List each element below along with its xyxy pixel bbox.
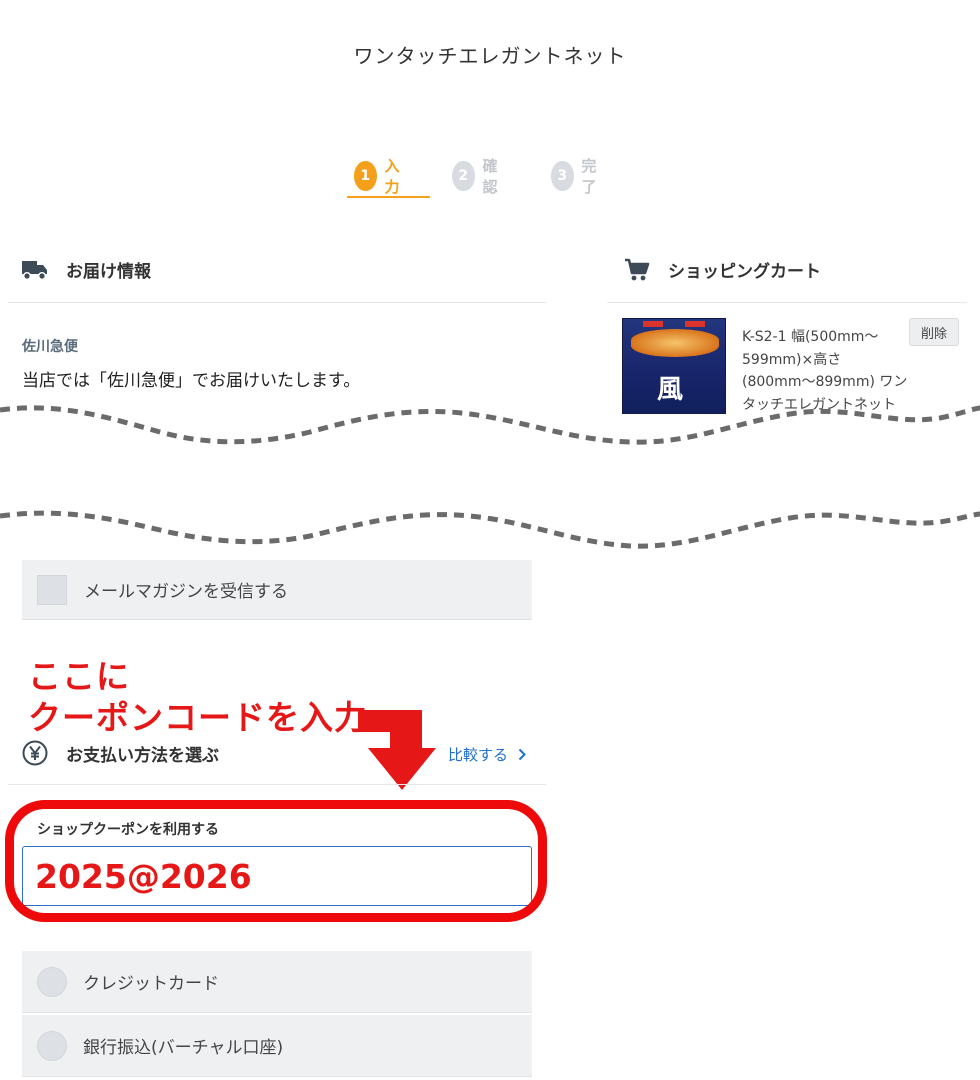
annotation-text: ここに クーポンコードを入力 — [28, 656, 368, 738]
cart-heading-label: ショッピングカート — [668, 262, 821, 282]
product-image-banner — [631, 329, 719, 357]
coupon-label: ショップクーポンを利用する — [37, 822, 219, 838]
annotation-line-2: クーポンコードを入力 — [28, 698, 368, 737]
divider — [8, 302, 546, 303]
newsletter-label: メールマガジンを受信する — [84, 582, 288, 602]
step-number: 1 — [354, 161, 377, 191]
payment-heading-label: お支払い方法を選ぶ — [66, 745, 219, 766]
carrier-description: 当店では「佐川急便」でお届けいたします。 — [22, 371, 361, 391]
step-complete: 3 完了 — [551, 156, 604, 196]
product-image-decoration — [685, 321, 705, 327]
step-input: 1 入力 — [354, 156, 407, 196]
yen-icon — [22, 740, 48, 766]
radio-button[interactable] — [37, 1030, 67, 1061]
delete-item-button[interactable]: 削除 — [909, 318, 959, 346]
chevron-right-icon — [518, 748, 526, 761]
payment-option-bank-transfer[interactable]: 銀行振込(バーチャル口座) — [22, 1015, 532, 1077]
active-step-underline — [347, 196, 430, 198]
step-label: 確認 — [482, 157, 498, 196]
carrier-name: 佐川急便 — [22, 339, 78, 355]
step-label: 完了 — [581, 157, 597, 196]
newsletter-checkbox[interactable] — [37, 574, 67, 605]
annotation-arrow-icon — [358, 710, 436, 790]
page-omission-marker — [0, 405, 980, 549]
step-confirm: 2 確認 — [452, 156, 505, 196]
payment-option-label: 銀行振込(バーチャル口座) — [83, 1038, 284, 1058]
product-image-decoration — [643, 321, 663, 327]
compare-label: 比較する — [448, 746, 509, 764]
step-label: 入力 — [384, 157, 400, 196]
shop-title: ワンタッチエレガントネット — [353, 44, 627, 68]
annotation-line-1: ここに — [28, 657, 130, 696]
payment-option-credit-card[interactable]: クレジットカード — [22, 951, 532, 1013]
compare-link[interactable]: 比較する — [448, 744, 526, 765]
payment-heading: お支払い方法を選ぶ — [22, 740, 219, 766]
truck-icon — [22, 260, 47, 280]
divider — [8, 784, 546, 785]
cart-heading: ショッピングカート — [624, 257, 821, 282]
payment-option-label: クレジットカード — [83, 974, 219, 994]
coupon-code-input[interactable] — [22, 846, 532, 906]
cart-icon — [625, 258, 650, 280]
step-number: 2 — [452, 161, 475, 191]
step-number: 3 — [551, 161, 574, 191]
newsletter-option[interactable]: メールマガジンを受信する — [22, 560, 532, 620]
delivery-heading: お届け情報 — [22, 257, 151, 282]
radio-button[interactable] — [37, 966, 67, 997]
delivery-heading-label: お届け情報 — [66, 262, 151, 282]
divider — [607, 302, 967, 303]
